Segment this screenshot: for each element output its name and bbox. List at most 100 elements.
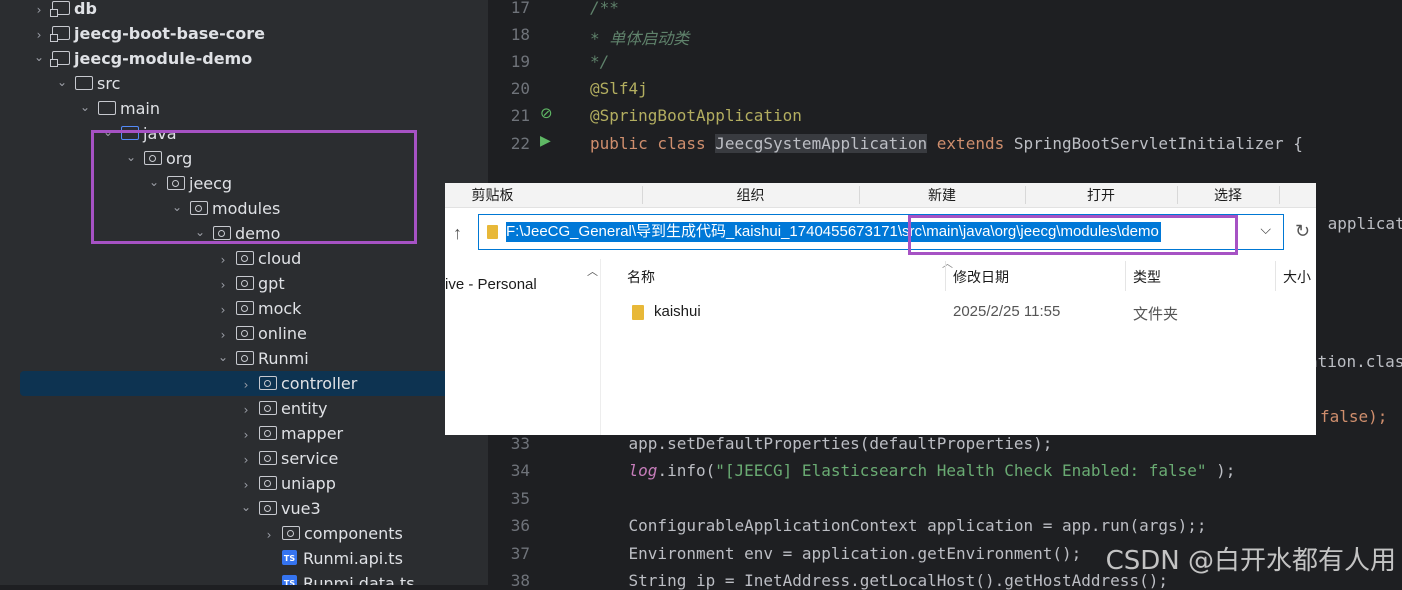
run-icon[interactable]: ▶ <box>540 133 551 149</box>
ribbon-clipboard[interactable]: 剪贴板 <box>445 183 540 207</box>
scroll-up-icon[interactable]: ︿ <box>587 263 598 279</box>
chevron-right-icon[interactable]: › <box>214 273 232 298</box>
folder-icon <box>632 305 644 320</box>
typescript-file-icon: TS <box>282 550 297 565</box>
col-type[interactable]: 类型 <box>1133 267 1161 287</box>
file-name: kaishui <box>654 303 701 320</box>
tree-item-label: uniapp <box>281 474 336 493</box>
chevron-right-icon[interactable]: › <box>237 398 255 423</box>
chevron-right-icon[interactable]: › <box>237 423 255 448</box>
code-fragment: ation.clas <box>1308 352 1402 371</box>
navigation-pane: ︿ ive - Personal <box>445 259 601 435</box>
code-text: SpringBootServletInitializer { <box>1013 134 1303 153</box>
package-icon <box>259 500 277 515</box>
chevron-down-icon[interactable]: ⌄ <box>53 70 71 95</box>
code-keyword: public class <box>590 134 716 153</box>
package-icon <box>236 275 254 290</box>
chevron-down-icon[interactable]: ⌄ <box>76 95 94 120</box>
package-icon <box>236 325 254 340</box>
package-icon <box>282 525 300 540</box>
sort-up-icon: ︿ <box>942 258 953 270</box>
line-number: 37 <box>510 544 530 563</box>
module-icon <box>50 0 70 17</box>
line-number: 22 <box>510 134 530 153</box>
code-line: */ <box>590 52 610 71</box>
ribbon-select[interactable]: 选择 <box>1178 183 1278 207</box>
tree-item-label: src <box>97 74 121 93</box>
tree-item-label: service <box>281 449 339 468</box>
refresh-icon[interactable]: ↻ <box>1295 221 1310 242</box>
code-fragment: applicat <box>1318 214 1402 233</box>
package-icon <box>259 425 277 440</box>
chevron-down-icon[interactable]: ⌄ <box>30 45 48 70</box>
tree-item-controller[interactable]: › controller <box>20 371 460 396</box>
folder-icon <box>75 75 93 90</box>
ribbon-organize[interactable]: 组织 <box>643 183 858 207</box>
tree-item-label: cloud <box>258 249 302 268</box>
code-token: .info( <box>657 461 716 480</box>
package-icon <box>236 300 254 315</box>
tree-item-label: components <box>304 524 403 543</box>
line-number: 35 <box>510 489 530 508</box>
package-icon <box>259 375 277 390</box>
code-line: app.setDefaultProperties(defaultProperti… <box>590 434 1053 453</box>
ribbon-new[interactable]: 新建 <box>860 183 1024 207</box>
package-icon <box>236 350 254 365</box>
line-number: 20 <box>510 79 530 98</box>
chevron-down-icon[interactable]: ⌄ <box>214 345 232 370</box>
chevron-right-icon[interactable]: › <box>30 0 48 23</box>
package-icon <box>259 450 277 465</box>
col-size[interactable]: 大小 <box>1283 267 1311 287</box>
tree-item-label: Runmi.api.ts <box>303 549 403 568</box>
tree-item-label: gpt <box>258 274 285 293</box>
code-line: /** <box>590 0 619 17</box>
chevron-right-icon[interactable]: › <box>260 523 278 548</box>
typescript-file-icon: TS <box>282 575 297 585</box>
code-keyword: extends <box>927 134 1014 153</box>
col-name[interactable]: 名称 <box>627 267 655 287</box>
chevron-right-icon[interactable]: › <box>237 448 255 473</box>
spring-bean-icon[interactable]: ⊘ <box>540 104 553 122</box>
col-modified[interactable]: 修改日期 <box>953 267 1009 287</box>
tree-item-label: mapper <box>281 424 344 443</box>
up-arrow-icon[interactable]: ↑ <box>453 223 462 244</box>
tree-item-label: main <box>120 99 160 118</box>
column-headers: ︿ 名称 修改日期 类型 大小 <box>610 258 1316 293</box>
chevron-right-icon[interactable]: › <box>214 298 232 323</box>
highlight-box-tree <box>91 130 417 244</box>
folder-icon <box>487 225 498 239</box>
chevron-right-icon[interactable]: › <box>237 373 255 398</box>
file-row[interactable]: kaishui 2025/2/25 11:55 文件夹 <box>610 300 1316 326</box>
line-number: 38 <box>510 571 530 590</box>
tree-item-label: vue3 <box>281 499 321 518</box>
tree-item-label: Runmi.data.ts <box>303 574 415 585</box>
chevron-right-icon[interactable]: › <box>214 248 232 273</box>
code-line: @SpringBootApplication <box>590 106 802 125</box>
line-number: 17 <box>510 0 530 17</box>
file-explorer-window: 剪贴板 组织 新建 打开 选择 ↑ F:\JeeCG_General\导到生成代… <box>445 183 1316 435</box>
code-line: @Slf4j <box>590 79 648 98</box>
highlight-box-address <box>908 215 1238 255</box>
package-icon <box>259 475 277 490</box>
package-icon <box>259 400 277 415</box>
module-icon <box>50 25 70 42</box>
nav-item-onedrive[interactable]: ive - Personal <box>445 276 537 293</box>
package-icon <box>236 250 254 265</box>
tree-item-label: jeecg-module-demo <box>74 49 253 68</box>
ribbon-open[interactable]: 打开 <box>1026 183 1176 207</box>
chevron-down-icon[interactable]: ⌵ <box>1260 221 1271 238</box>
chevron-down-icon[interactable]: ⌄ <box>237 495 255 520</box>
watermark: CSDN @白开水都有人用 <box>1105 546 1396 576</box>
code-token: log <box>628 461 658 480</box>
code-line: log.info("[JEECG] Elasticsearch Health C… <box>590 461 1236 480</box>
file-type: 文件夹 <box>1133 306 1179 323</box>
code-line: Environment env = application.getEnviron… <box>590 544 1082 563</box>
line-number: 19 <box>510 52 530 71</box>
folder-icon <box>98 100 116 115</box>
line-number: 34 <box>510 461 530 480</box>
code-token: ); <box>1206 461 1236 480</box>
class-name[interactable]: JeecgSystemApplication <box>715 134 928 153</box>
code-line: * 单体启动类 <box>590 29 690 48</box>
line-number: 36 <box>510 516 530 535</box>
